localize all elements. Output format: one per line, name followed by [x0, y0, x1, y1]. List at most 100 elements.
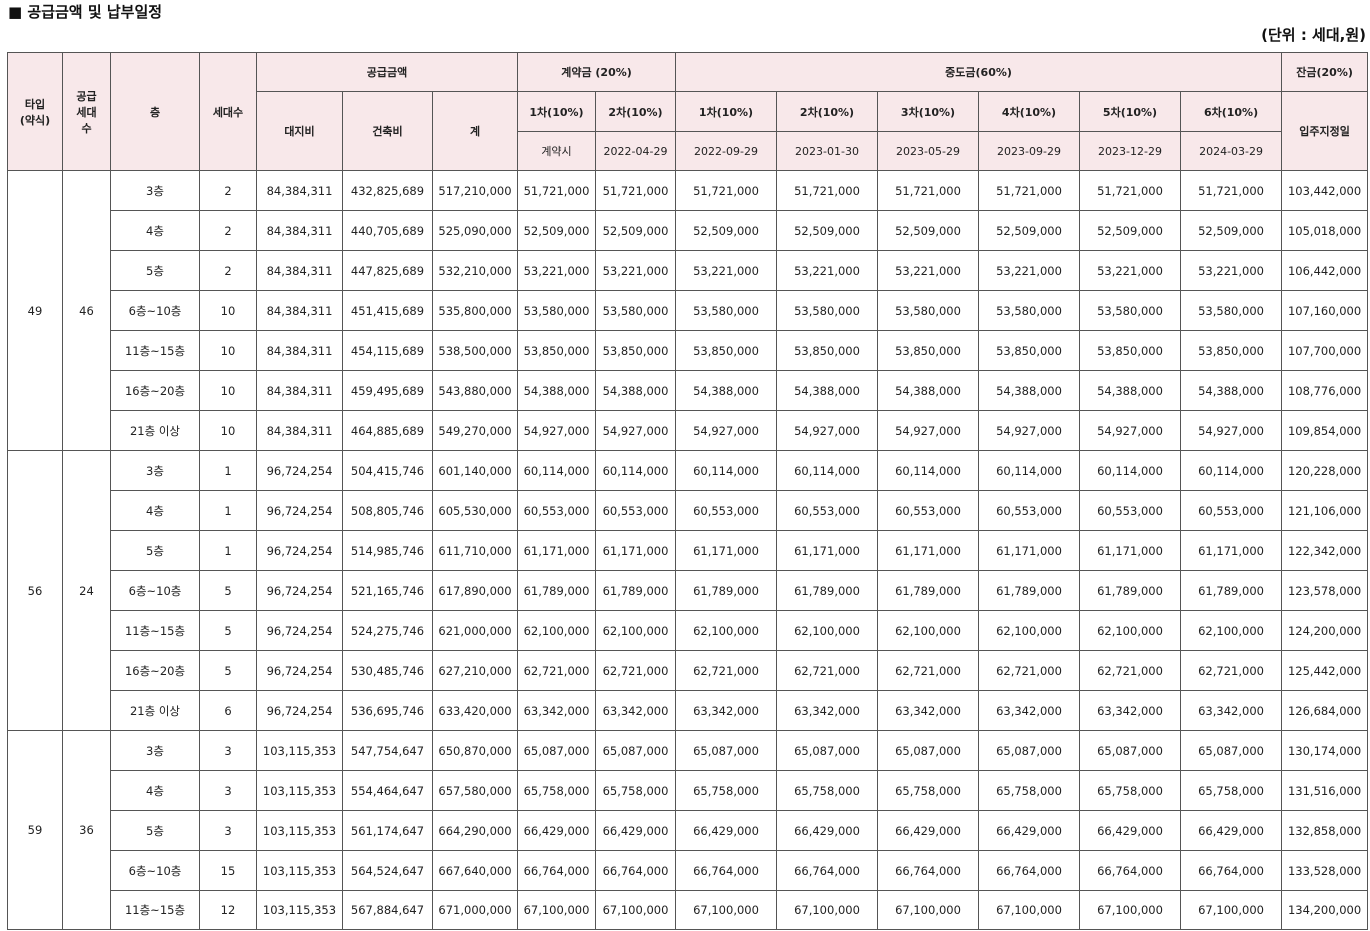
- installment-cell: 53,221,000: [877, 250, 980, 291]
- installment-cell: 61,171,000: [517, 530, 596, 571]
- building-cost-cell: 554,464,647: [342, 770, 433, 811]
- table-row: 59 36 3층 3 103,115,353 547,754,647 650,870,000…: [7, 730, 1369, 930]
- balance-cell: 107,160,000: [1281, 290, 1369, 331]
- households-cell: 5: [199, 610, 257, 651]
- installment-cell: 61,171,000: [1180, 530, 1283, 571]
- building-cost-cell: 536,695,746: [342, 690, 433, 731]
- installment-cell: 61,171,000: [978, 530, 1081, 571]
- header-type: 타입 (약식): [7, 52, 63, 171]
- table-row: 5층 1 96,724,254 514,985,746 611,710,000 61,17…: [8, 530, 1369, 571]
- floor-cell: 6층~10층: [110, 850, 200, 891]
- type-cell: 49: [7, 170, 63, 451]
- installment-cell: 62,721,000: [594, 650, 677, 691]
- floor-cell: 21층 이상: [110, 410, 200, 451]
- installment-cell: 52,509,000: [675, 210, 778, 251]
- building-cost-cell: 561,174,647: [342, 810, 433, 851]
- unit-label: (단위 : 세대,원): [1261, 26, 1366, 44]
- table-row: 6층~10층 10 84,384,311 451,415,689 535,800,000…: [8, 290, 1369, 331]
- installment-cell: 66,764,000: [594, 850, 677, 891]
- installment-cell: 67,100,000: [517, 890, 596, 930]
- floor-cell: 11층~15층: [110, 610, 200, 651]
- installment-cell: 60,114,000: [675, 450, 778, 491]
- header-balance: 잔금(20%): [1281, 52, 1369, 92]
- land-cost-cell: 96,724,254: [256, 570, 343, 611]
- installment-cell: 54,388,000: [675, 370, 778, 411]
- land-cost-cell: 84,384,311: [256, 410, 343, 451]
- balance-cell: 103,442,000: [1281, 170, 1369, 211]
- installment-cell: 62,100,000: [517, 610, 596, 651]
- installment-cell: 61,789,000: [877, 570, 980, 611]
- installment-cell: 54,927,000: [675, 410, 778, 451]
- floor-cell: 16층~20층: [110, 650, 200, 691]
- land-cost-cell: 103,115,353: [256, 730, 343, 771]
- installment-cell: 53,850,000: [675, 330, 778, 371]
- header-households: 세대수: [199, 52, 257, 171]
- installment-cell: 54,927,000: [1180, 410, 1283, 451]
- header-middle-4-date: 2023-09-29: [978, 131, 1081, 171]
- households-cell: 3: [199, 770, 257, 811]
- installment-cell: 52,509,000: [1079, 210, 1182, 251]
- building-cost-cell: 567,884,647: [342, 890, 433, 930]
- households-cell: 2: [199, 170, 257, 211]
- land-cost-cell: 96,724,254: [256, 530, 343, 571]
- building-cost-cell: 451,415,689: [342, 290, 433, 331]
- installment-cell: 66,764,000: [877, 850, 980, 891]
- balance-cell: 106,442,000: [1281, 250, 1369, 291]
- installment-cell: 53,580,000: [978, 290, 1081, 331]
- installment-cell: 61,789,000: [1180, 570, 1283, 611]
- installment-cell: 66,764,000: [978, 850, 1081, 891]
- table-row: 16층~20층 5 96,724,254 530,485,746 627,210,000…: [8, 650, 1369, 691]
- type-cell: 59: [7, 730, 63, 930]
- installment-cell: 63,342,000: [594, 690, 677, 731]
- installment-cell: 52,509,000: [877, 210, 980, 251]
- installment-cell: 53,850,000: [1079, 330, 1182, 371]
- land-cost-cell: 84,384,311: [256, 290, 343, 331]
- households-cell: 2: [199, 250, 257, 291]
- table-row: 21층 이상 6 96,724,254 536,695,746 633,420,000 6…: [8, 690, 1369, 731]
- building-cost-cell: 447,825,689: [342, 250, 433, 291]
- installment-cell: 60,114,000: [1079, 450, 1182, 491]
- balance-cell: 124,200,000: [1281, 610, 1369, 651]
- header-middle-6: 6차(10%): [1180, 91, 1283, 132]
- installment-cell: 60,553,000: [1079, 490, 1182, 531]
- installment-cell: 60,553,000: [1180, 490, 1283, 531]
- header-supply-units: 공급 세대 수: [62, 52, 111, 171]
- land-cost-cell: 96,724,254: [256, 450, 343, 491]
- households-cell: 5: [199, 570, 257, 611]
- floor-cell: 5층: [110, 530, 200, 571]
- installment-cell: 51,721,000: [675, 170, 778, 211]
- installment-cell: 60,553,000: [877, 490, 980, 531]
- installment-cell: 54,927,000: [877, 410, 980, 451]
- land-cost-cell: 84,384,311: [256, 250, 343, 291]
- installment-cell: 66,764,000: [776, 850, 879, 891]
- floor-cell: 21층 이상: [110, 690, 200, 731]
- header-deposit-2: 2차(10%): [594, 91, 677, 132]
- table-row: 4층 2 84,384,311 440,705,689 525,090,000 52,50…: [8, 210, 1369, 251]
- floor-cell: 11층~15층: [110, 330, 200, 371]
- installment-cell: 67,100,000: [877, 890, 980, 930]
- installment-cell: 51,721,000: [594, 170, 677, 211]
- installment-cell: 54,388,000: [594, 370, 677, 411]
- table-row: 49 46 3층 2 84,384,311 432,825,689 517,210,000 5…: [7, 170, 1369, 451]
- installment-cell: 62,100,000: [978, 610, 1081, 651]
- installment-cell: 61,171,000: [877, 530, 980, 571]
- installment-cell: 53,580,000: [594, 290, 677, 331]
- installment-cell: 54,388,000: [978, 370, 1081, 411]
- installment-cell: 67,100,000: [594, 890, 677, 930]
- installment-cell: 52,509,000: [594, 210, 677, 251]
- building-cost-cell: 432,825,689: [342, 170, 433, 211]
- households-cell: 1: [199, 450, 257, 491]
- building-cost-cell: 564,524,647: [342, 850, 433, 891]
- table-body: 49 46 3층 2 84,384,311 432,825,689 517,210,000 5…: [7, 170, 1369, 930]
- installment-cell: 60,553,000: [978, 490, 1081, 531]
- installment-cell: 54,927,000: [594, 410, 677, 451]
- building-cost-cell: 464,885,689: [342, 410, 433, 451]
- installment-cell: 53,221,000: [594, 250, 677, 291]
- installment-cell: 65,087,000: [1180, 730, 1283, 771]
- installment-cell: 60,114,000: [517, 450, 596, 491]
- table-row: 5층 3 103,115,353 561,174,647 664,290,000 66,4…: [8, 810, 1369, 851]
- installment-cell: 66,764,000: [1180, 850, 1283, 891]
- installment-cell: 54,927,000: [978, 410, 1081, 451]
- table-row: 11층~15층 12 103,115,353 567,884,647 671,000,0…: [8, 890, 1369, 930]
- installment-cell: 51,721,000: [877, 170, 980, 211]
